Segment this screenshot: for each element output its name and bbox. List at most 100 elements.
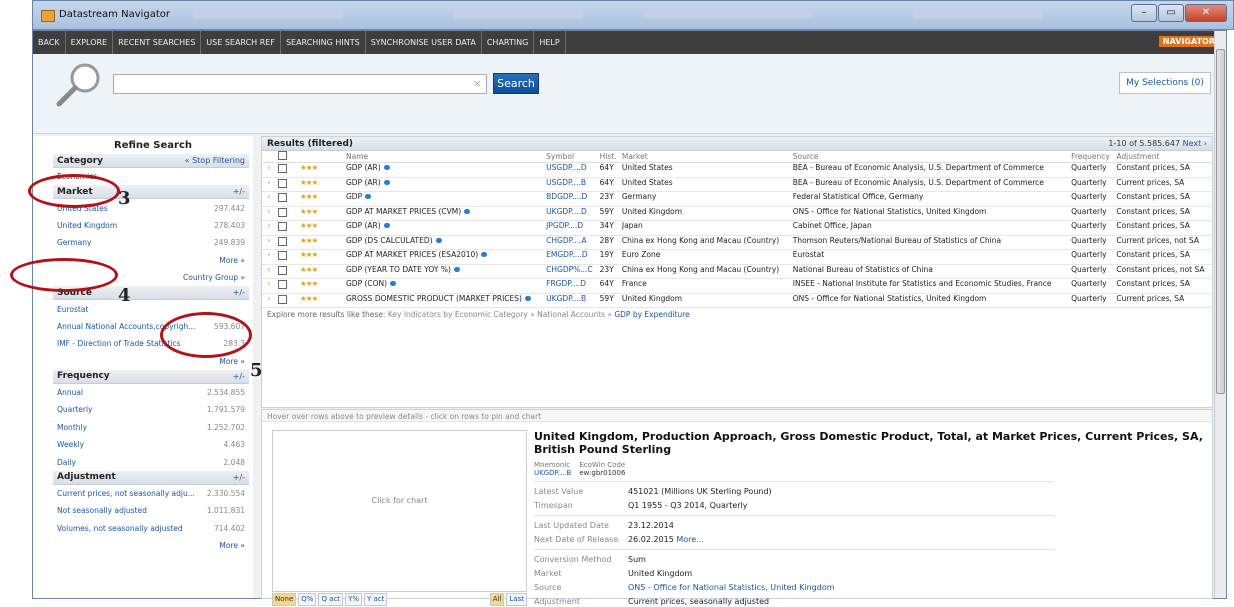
checkbox[interactable] — [278, 265, 287, 275]
row-symbol[interactable]: CHGDP%...C — [544, 264, 598, 279]
row-checkbox[interactable] — [276, 293, 298, 308]
menu-back[interactable]: BACK — [33, 31, 66, 54]
info-bubble-icon[interactable] — [453, 266, 460, 272]
info-bubble-icon[interactable] — [383, 223, 390, 228]
maximize-button[interactable]: ▭ — [1158, 4, 1184, 22]
table-row[interactable]: › ★★★ GDP BDGDP....D 23Y Germany Federal Stati… — [262, 191, 1212, 207]
checkbox[interactable] — [278, 222, 287, 231]
info-bubble-icon[interactable] — [365, 194, 372, 199]
row-checkbox[interactable] — [276, 206, 298, 221]
table-row[interactable]: › ★★★ GDP (DS CALCULATED) CHGDP....A 28Y Chin… — [262, 235, 1212, 250]
table-row[interactable]: › ★★★ GDP (AR) USGDP....D 64Y United States BE… — [262, 162, 1212, 178]
toggle-link[interactable]: +/- — [233, 187, 245, 196]
checkbox[interactable] — [278, 236, 287, 246]
info-bubble-icon[interactable] — [524, 295, 531, 301]
checkbox[interactable] — [278, 294, 287, 304]
toggle-link[interactable]: +/- — [233, 473, 245, 482]
next-link[interactable]: Next › — [1183, 139, 1207, 148]
toggle-link[interactable]: +/- — [233, 288, 245, 297]
row-checkbox[interactable] — [276, 235, 298, 250]
vertical-scrollbar[interactable] — [1214, 31, 1226, 598]
menu-recent-searches[interactable]: RECENT SEARCHES — [113, 31, 202, 54]
row-symbol[interactable]: FRGDP....D — [544, 278, 598, 294]
menu-synchronise[interactable]: SYNCHRONISE USER DATA — [366, 31, 482, 54]
row-expand-icon[interactable]: › — [262, 264, 276, 279]
source-link[interactable]: ONS - Office for National Statistics, Un… — [628, 582, 835, 593]
table-row[interactable]: › ★★★ GDP (YEAR TO DATE YOY %) CHGDP%...C 23… — [262, 264, 1212, 279]
stop-filtering-link[interactable]: « Stop Filtering — [185, 156, 245, 165]
row-symbol[interactable]: USGDP....D — [544, 162, 598, 178]
filter-item[interactable]: Daily 2.048 — [53, 453, 249, 470]
row-symbol[interactable]: USGDP....B — [544, 177, 598, 192]
filter-item[interactable]: Current prices, not seasonally adju... 2.… — [53, 485, 249, 502]
row-symbol[interactable]: JPGDP....D — [544, 220, 598, 236]
checkbox[interactable] — [278, 280, 287, 289]
toggle-link[interactable]: +/- — [233, 372, 245, 381]
filter-item[interactable]: United Kingdom 278.403 — [53, 217, 249, 234]
filter-item[interactable]: Monthly 1.252.702 — [53, 419, 249, 436]
select-all-checkbox[interactable] — [278, 151, 287, 160]
chart-y-pct-button[interactable]: Y% — [345, 592, 362, 606]
row-expand-icon[interactable]: › — [262, 177, 276, 192]
menu-charting[interactable]: CHARTING — [482, 31, 535, 54]
col-hist[interactable]: Hist. — [597, 151, 620, 163]
table-row[interactable]: › ★★★ GDP (CON) FRGDP....D 64Y France INSEE - … — [262, 278, 1212, 294]
filter-item[interactable]: Not seasonally adjusted 1.011.831 — [53, 502, 249, 519]
table-row[interactable]: › ★★★ GDP (AR) JPGDP....D 34Y Japan Cabinet Of… — [262, 220, 1212, 236]
chart-q-act-button[interactable]: Q act — [318, 592, 344, 606]
info-bubble-icon[interactable] — [435, 237, 442, 243]
info-bubble-icon[interactable] — [390, 281, 397, 286]
row-expand-icon[interactable]: › — [262, 293, 276, 308]
col-market[interactable]: Market — [619, 151, 791, 163]
col-adjustment[interactable]: Adjustment — [1114, 151, 1212, 163]
filter-item[interactable]: Weekly 4.463 — [53, 436, 249, 453]
search-input[interactable]: × — [113, 74, 487, 94]
chart-q-pct-button[interactable]: Q% — [298, 592, 317, 606]
more-link[interactable]: More » — [53, 537, 249, 554]
row-symbol[interactable]: BDGDP....D — [544, 191, 598, 207]
row-expand-icon[interactable]: › — [262, 220, 276, 236]
chart-y-act-button[interactable]: Y act — [364, 592, 388, 606]
row-expand-icon[interactable]: › — [262, 278, 276, 294]
row-checkbox[interactable] — [276, 220, 298, 236]
close-button[interactable]: ✕ — [1185, 4, 1227, 22]
row-expand-icon[interactable]: › — [262, 249, 276, 265]
table-row[interactable]: › ★★★ GROSS DOMESTIC PRODUCT (MARKET PRICE… — [262, 293, 1212, 308]
col-frequency[interactable]: Frequency — [1069, 151, 1115, 163]
my-selections-button[interactable]: My Selections (0) — [1119, 72, 1211, 94]
more-link[interactable]: More... — [676, 534, 703, 545]
menu-help[interactable]: HELP — [534, 31, 566, 54]
filter-item[interactable]: Germany 249.839 — [53, 234, 249, 251]
row-symbol[interactable]: UKGDP....D — [544, 206, 598, 221]
menu-explore[interactable]: EXPLORE — [66, 31, 114, 54]
info-bubble-icon[interactable] — [481, 252, 488, 257]
col-name[interactable]: Name — [344, 151, 545, 163]
menu-searching-hints[interactable]: SEARCHING HINTS — [281, 31, 366, 54]
table-row[interactable]: › ★★★ GDP AT MARKET PRICES (CVM) UKGDP....D… — [262, 206, 1212, 221]
col-symbol[interactable]: Symbol — [544, 151, 598, 163]
explore-link[interactable]: GDP by Expenditure — [614, 310, 689, 319]
checkbox[interactable] — [278, 207, 287, 217]
table-row[interactable]: › ★★★ GDP AT MARKET PRICES (ESA2010) EMGDP.… — [262, 249, 1212, 265]
filter-item[interactable]: Volumes, not seasonally adjusted 714.402 — [53, 520, 249, 537]
row-symbol[interactable]: UKGDP....B — [544, 293, 598, 308]
minimize-button[interactable]: – — [1131, 4, 1157, 22]
row-checkbox[interactable] — [276, 162, 298, 178]
click-for-chart[interactable]: Click for chart — [273, 496, 526, 505]
row-expand-icon[interactable]: › — [262, 162, 276, 178]
mnemonic-value[interactable]: UKGDP....B — [534, 469, 571, 477]
row-checkbox[interactable] — [276, 249, 298, 265]
range-last-button[interactable]: Last — [506, 592, 527, 606]
row-checkbox[interactable] — [276, 177, 298, 192]
info-bubble-icon[interactable] — [383, 179, 390, 185]
menu-use-search-ref[interactable]: USE SEARCH REF — [201, 31, 281, 54]
scrollbar-thumb[interactable] — [1216, 49, 1225, 394]
info-bubble-icon[interactable] — [464, 208, 471, 214]
checkbox[interactable] — [278, 178, 287, 188]
row-checkbox[interactable] — [276, 264, 298, 279]
range-all-button[interactable]: All — [489, 592, 505, 606]
col-source[interactable]: Source — [790, 151, 1070, 163]
table-row[interactable]: › ★★★ GDP (AR) USGDP....B 64Y United States BE… — [262, 177, 1212, 192]
checkbox[interactable] — [278, 193, 287, 202]
row-expand-icon[interactable]: › — [262, 206, 276, 221]
